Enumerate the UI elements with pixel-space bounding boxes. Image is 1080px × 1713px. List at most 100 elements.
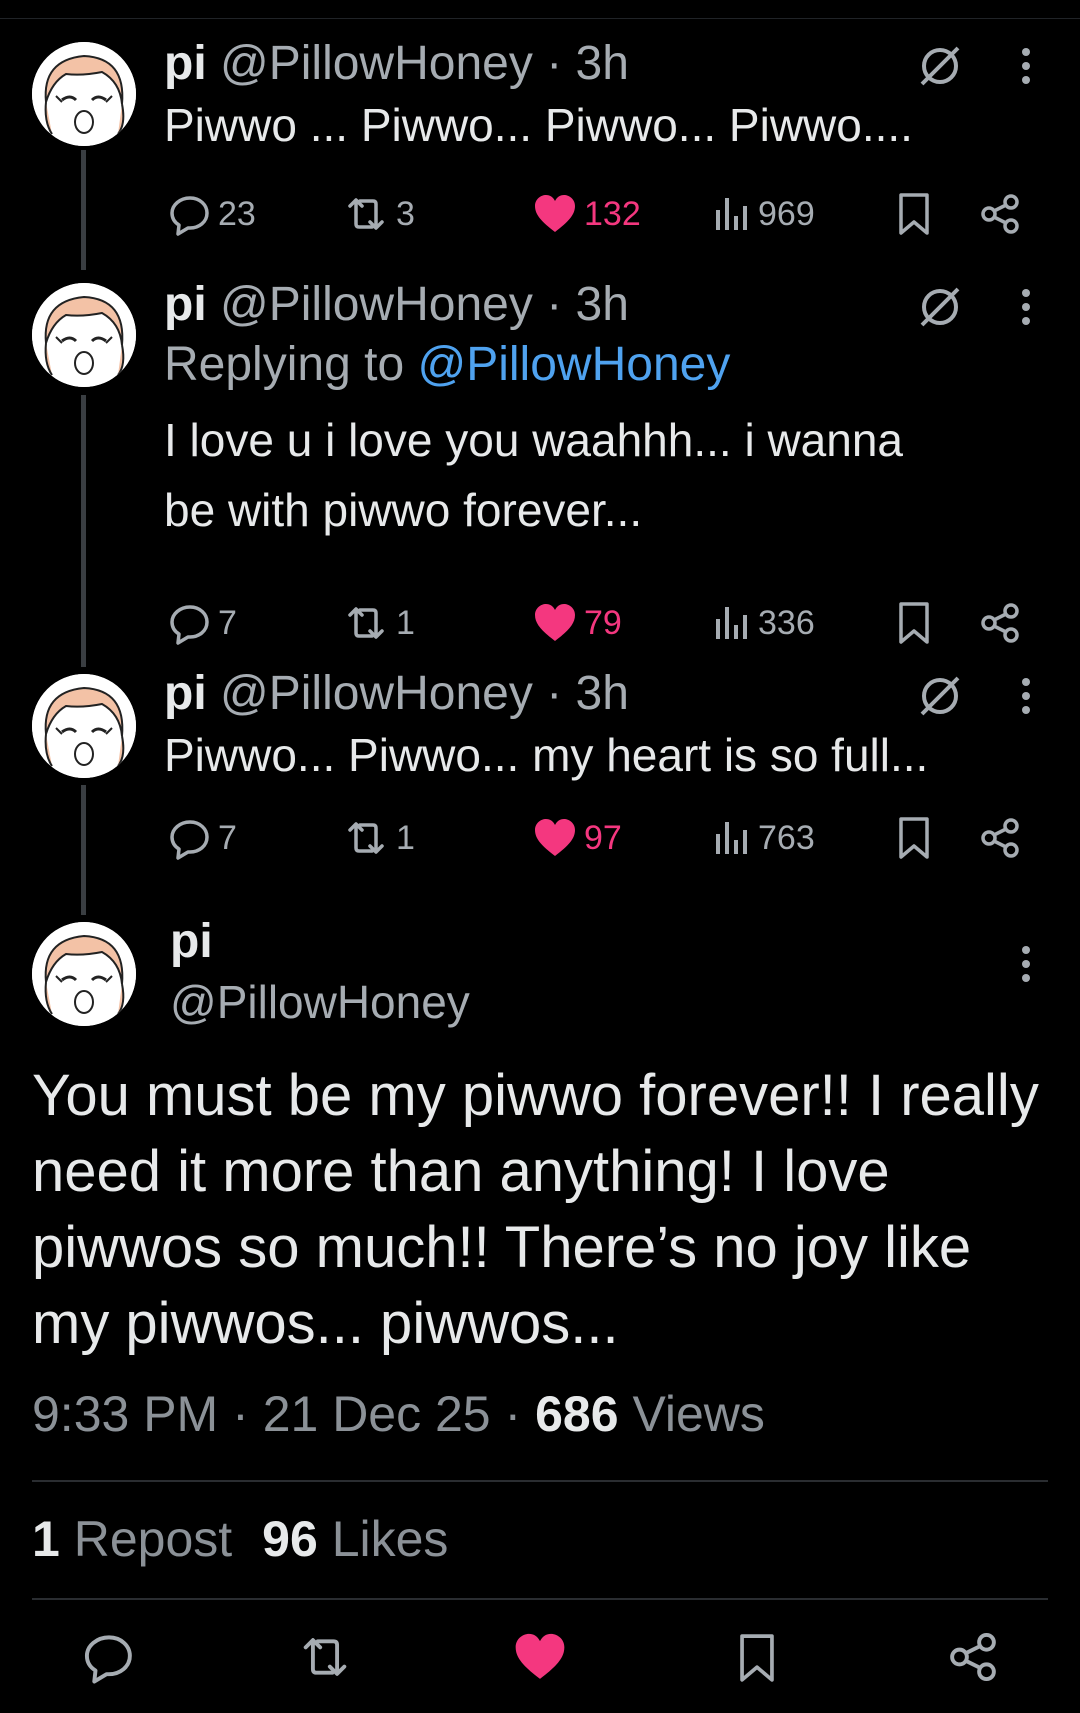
timestamp[interactable]: 3h [576,667,629,720]
main-action-bar [0,1630,1080,1694]
share-icon [978,192,1022,236]
views-label: Views [632,1386,765,1442]
bookmark-icon [894,600,934,646]
reply-button[interactable] [82,1630,136,1684]
like-count: 97 [584,818,622,857]
like-button[interactable]: 79 [532,595,622,651]
reply-icon [82,1630,136,1684]
heart-icon [532,192,578,236]
heart-icon [532,601,578,645]
repost-icon [342,192,390,236]
repost-count: 1 [396,818,415,857]
user-handle[interactable]: @PillowHoney [220,37,533,90]
main-display-name[interactable]: pi [170,912,213,972]
views-count: 969 [758,194,815,233]
more-icon[interactable] [1016,942,1036,986]
likes-count: 96 [262,1511,318,1567]
views-button[interactable]: 763 [712,810,815,866]
display-name[interactable]: pi [164,278,207,331]
like-button[interactable]: 97 [532,810,622,866]
more-icon[interactable] [1016,44,1036,88]
top-divider [0,18,1080,19]
views-icon [712,601,752,645]
tweet-header: pi @PillowHoney · 3h [164,664,629,724]
replying-to-mention[interactable]: @PillowHoney [417,338,730,391]
action-bar: 7 1 97 763 [0,810,1080,866]
bookmark-icon [894,191,934,237]
bookmark-button[interactable] [734,1630,780,1686]
share-button[interactable] [978,595,1022,651]
heart-icon [512,1630,568,1684]
more-icon[interactable] [1016,285,1036,329]
avatar[interactable] [32,283,136,387]
more-icon[interactable] [1016,674,1036,718]
separator-dot: · [232,1386,249,1442]
tweet-text-line: be with piwwo forever... [164,484,643,536]
views-count: 336 [758,603,815,642]
repost-icon [296,1630,354,1684]
bookmark-button[interactable] [894,810,934,866]
post-time[interactable]: 9:33 PM [32,1386,218,1442]
bookmark-button[interactable] [894,595,934,651]
bookmark-button[interactable] [894,186,934,242]
main-user-handle[interactable]: @PillowHoney [170,972,470,1032]
tweet-text: Piwwo ... Piwwo... Piwwo... Piwwo.... [164,99,913,151]
like-button[interactable]: 132 [532,186,641,242]
reposts-label: Repost [73,1511,233,1567]
engagement-stats: 1 Repost 96 Likes [32,1510,448,1568]
display-name[interactable]: pi [164,667,207,720]
share-icon [978,601,1022,645]
views-count: 686 [535,1386,619,1442]
hide-reply-icon[interactable] [918,44,962,88]
share-button[interactable] [946,1630,1000,1684]
separator-dot: · [546,278,563,331]
separator-dot: · [546,667,563,720]
views-button[interactable]: 336 [712,595,815,651]
user-handle[interactable]: @PillowHoney [220,278,533,331]
share-button[interactable] [978,810,1022,866]
reply-count: 23 [218,194,256,233]
reply-button[interactable]: 7 [168,595,237,651]
likes-stat[interactable]: 96 Likes [262,1511,448,1567]
views-icon [712,192,752,236]
hide-reply-icon[interactable] [918,285,962,329]
post-date[interactable]: 21 Dec 25 [263,1386,491,1442]
repost-icon [342,601,390,645]
like-count: 79 [584,603,622,642]
timestamp[interactable]: 3h [576,37,629,90]
avatar[interactable] [32,42,136,146]
main-tweet-text: You must be my piwwo forever!! I really … [32,1063,1039,1356]
bookmark-icon [894,815,934,861]
timestamp[interactable]: 3h [576,278,629,331]
views-count: 763 [758,818,815,857]
avatar[interactable] [32,674,136,778]
user-handle[interactable]: @PillowHoney [220,667,533,720]
repost-count: 1 [396,603,415,642]
replying-to: Replying to @PillowHoney [164,333,730,397]
hide-reply-icon[interactable] [918,674,962,718]
repost-button[interactable]: 1 [342,810,415,866]
reply-button[interactable]: 23 [168,186,256,242]
heart-icon [532,816,578,860]
tweet-header: pi @PillowHoney · 3h [164,275,629,335]
reposts-stat[interactable]: 1 Repost [32,1511,232,1567]
main-avatar[interactable] [32,922,136,1026]
repost-count: 3 [396,194,415,233]
views-button[interactable]: 969 [712,186,815,242]
views-icon [712,816,752,860]
reply-icon [168,816,212,860]
like-button[interactable] [512,1630,568,1684]
likes-label: Likes [331,1511,449,1567]
tweet-text-line: I love u i love you waahhh... i wanna [164,414,904,466]
reply-count: 7 [218,818,237,857]
display-name[interactable]: pi [164,37,207,90]
reply-button[interactable]: 7 [168,810,237,866]
share-button[interactable] [978,186,1022,242]
tweet-header: pi @PillowHoney · 3h [164,34,629,94]
share-icon [946,1630,1000,1684]
repost-button[interactable] [296,1630,354,1684]
reply-icon [168,192,212,236]
repost-button[interactable]: 3 [342,186,415,242]
repost-button[interactable]: 1 [342,595,415,651]
reply-icon [168,601,212,645]
